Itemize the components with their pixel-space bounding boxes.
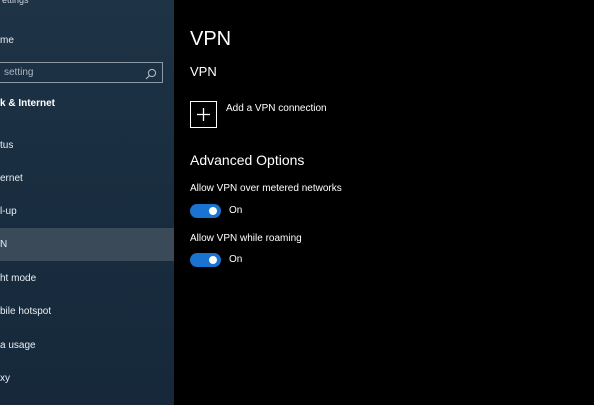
search-input[interactable] (1, 63, 144, 82)
roaming-toggle-state: On (229, 254, 243, 265)
search-box[interactable] (0, 62, 163, 83)
sidebar-item-airplane-mode[interactable]: ht mode (0, 262, 174, 295)
sidebar-item-label: l-up (0, 206, 17, 217)
page-title: VPN (190, 28, 232, 50)
sidebar-item-mobile-hotspot[interactable]: bile hotspot (0, 295, 174, 328)
sidebar-item-proxy[interactable]: xy (0, 362, 174, 395)
settings-title: ettings (2, 0, 29, 5)
section-heading: k & Internet (0, 98, 56, 109)
sidebar-home-label: me (0, 35, 14, 46)
metered-option-label: Allow VPN over metered networks (190, 183, 342, 194)
search-icon[interactable] (145, 67, 157, 80)
sidebar-home[interactable]: me (0, 31, 174, 51)
roaming-option-label: Allow VPN while roaming (190, 233, 302, 244)
roaming-toggle[interactable] (190, 253, 221, 267)
sidebar-item-label: ht mode (0, 273, 37, 284)
sidebar-item-label: a usage (0, 340, 36, 351)
toggle-knob (209, 207, 217, 215)
toggle-knob (209, 256, 217, 264)
main-content: VPN VPN Add a VPN connection Advanced Op… (174, 0, 594, 405)
metered-toggle-state: On (229, 205, 243, 216)
sidebar-item-label: xy (0, 373, 10, 384)
sidebar-item-dial-up[interactable]: l-up (0, 195, 174, 228)
sidebar-item-ethernet[interactable]: ernet (0, 162, 174, 195)
plus-icon[interactable] (190, 101, 217, 128)
vpn-heading: VPN (190, 64, 217, 79)
sidebar: ettings me k & Internet tus ernet l-up N… (0, 0, 174, 405)
sidebar-item-label: ernet (0, 173, 23, 184)
advanced-options-heading: Advanced Options (190, 152, 305, 168)
metered-toggle[interactable] (190, 204, 221, 218)
sidebar-item-label: bile hotspot (0, 306, 52, 317)
sidebar-item-vpn[interactable]: N (0, 228, 174, 261)
sidebar-item-label: tus (0, 140, 14, 151)
add-vpn-label[interactable]: Add a VPN connection (226, 102, 327, 116)
sidebar-item-data-usage[interactable]: a usage (0, 329, 174, 362)
sidebar-item-label: N (0, 239, 8, 250)
sidebar-item-status[interactable]: tus (0, 129, 174, 162)
